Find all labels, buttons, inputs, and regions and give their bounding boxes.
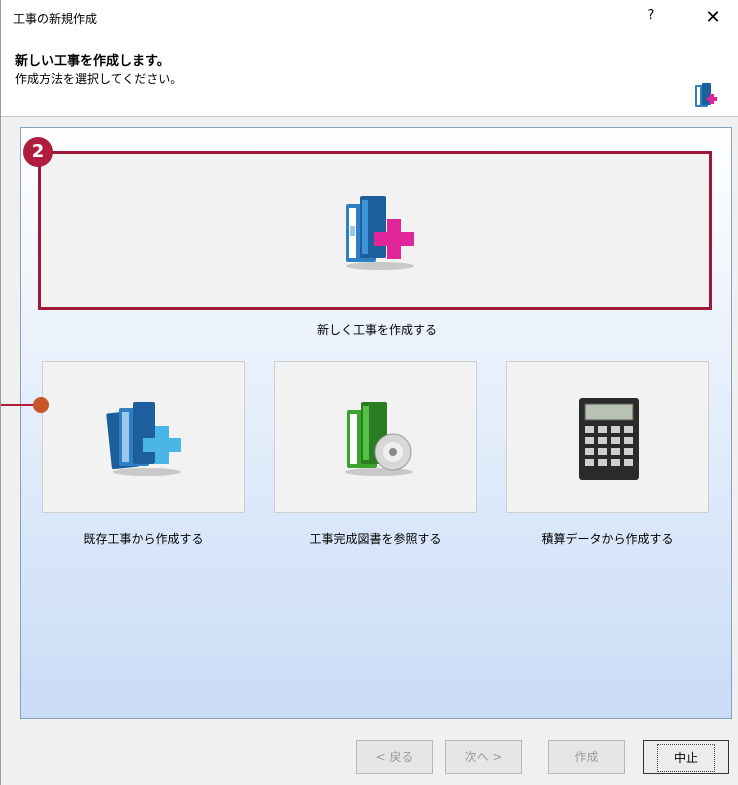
header-title: 新しい工事を作成します。 [15,54,170,69]
estimate-data-tile[interactable] [506,361,709,513]
dialog-footer: < 戻る 次へ > 作成 中止 [1,722,738,785]
copy-existing-label: 既存工事から作成する [83,532,204,546]
dialog-header: 新しい工事を作成します。 作成方法を選択してください。 [1,36,738,117]
help-button[interactable]: ? [641,8,661,28]
completion-docs-tile[interactable] [274,361,477,513]
next-button[interactable]: 次へ > [445,740,522,774]
header-subtitle: 作成方法を選択してください。 [15,72,183,86]
cancel-button-label: 中止 [656,744,715,772]
create-button[interactable]: 作成 [548,740,625,774]
back-button[interactable]: < 戻る [356,740,433,774]
completion-docs-label: 工事完成図書を参照する [309,532,442,546]
estimate-data-label: 積算データから作成する [541,532,674,546]
book-copy-plus-icon [106,402,181,476]
cancel-button[interactable]: 中止 [643,740,729,774]
new-project-dialog: 工事の新規作成 ? ✕ 新しい工事を作成します。 作成方法を選択してください。 [0,0,738,785]
title-bar: 工事の新規作成 ? ✕ [1,0,738,36]
window-title: 工事の新規作成 [13,12,98,26]
book-plus-icon [695,83,717,107]
new-project-tile[interactable] [38,151,712,310]
callout-dot [33,397,49,413]
calculator-icon [579,398,639,480]
new-project-label: 新しく工事を作成する [316,323,437,337]
copy-existing-tile[interactable] [42,361,245,513]
close-button[interactable]: ✕ [699,4,727,32]
book-plus-icon [346,196,414,270]
step-badge: 2 [23,137,53,167]
book-disc-icon [345,402,413,476]
option-panel: 新しく工事を作成する 既存工事から作成する 工事完成図書を参照する 積算データか… [20,127,732,719]
